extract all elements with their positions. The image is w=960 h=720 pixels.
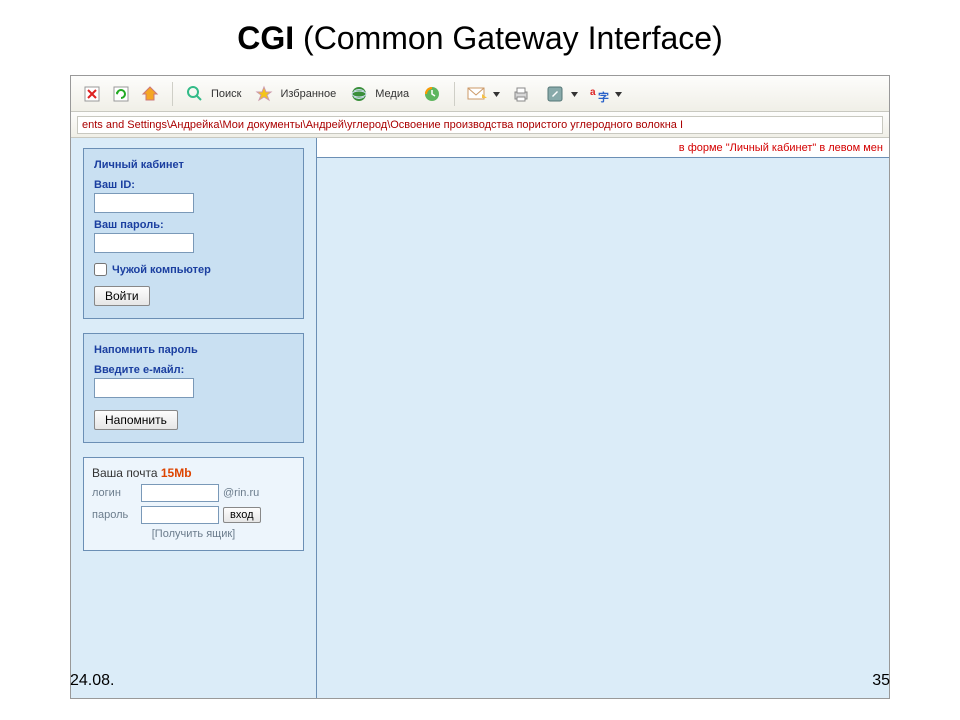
foreign-pc-label: Чужой компьютер <box>112 264 211 276</box>
sidebar: Личный кабинет Ваш ID: Ваш пароль: Чужой… <box>71 138 316 698</box>
dropdown-arrow-icon[interactable] <box>615 88 622 100</box>
mail-panel: Ваша почта 15Mb логин @rin.ru пароль вхо… <box>83 457 304 551</box>
foreign-pc-row[interactable]: Чужой компьютер <box>94 263 293 276</box>
mail-login-label: логин <box>92 487 137 499</box>
translate-icon[interactable]: a字 <box>586 81 612 107</box>
password-input[interactable] <box>94 233 194 253</box>
mail-password-label: пароль <box>92 509 137 521</box>
remind-panel-title: Напомнить пароль <box>94 344 293 356</box>
page-content: Личный кабинет Ваш ID: Ваш пароль: Чужой… <box>71 138 889 698</box>
slide-title-rest: (Common Gateway Interface) <box>294 20 723 56</box>
email-input[interactable] <box>94 378 194 398</box>
remind-button[interactable]: Напомнить <box>94 410 178 430</box>
favorites-icon[interactable] <box>251 81 277 107</box>
media-label[interactable]: Медиа <box>375 88 409 100</box>
dropdown-arrow-icon[interactable] <box>493 88 500 100</box>
mail-submit-button[interactable]: вход <box>223 507 261 523</box>
footer-page-number: 35 <box>872 672 890 690</box>
print-icon[interactable] <box>508 81 534 107</box>
stop-icon[interactable] <box>79 81 105 107</box>
foreign-pc-checkbox[interactable] <box>94 263 107 276</box>
mail-get-box-link[interactable]: [Получить ящик] <box>92 528 295 540</box>
mail-panel-title: Ваша почта 15Mb <box>92 466 295 480</box>
login-panel-title: Личный кабинет <box>94 159 293 171</box>
media-icon[interactable] <box>346 81 372 107</box>
password-label: Ваш пароль: <box>94 219 293 231</box>
search-icon[interactable] <box>182 81 208 107</box>
mail-login-input[interactable] <box>141 484 219 502</box>
slide-title-bold: CGI <box>237 20 294 56</box>
login-button[interactable]: Войти <box>94 286 150 306</box>
slide-footer: 24.08. 35 <box>70 672 890 690</box>
edit-icon[interactable] <box>542 81 568 107</box>
search-label[interactable]: Поиск <box>211 88 241 100</box>
svg-text:a: a <box>590 87 596 98</box>
svg-text:字: 字 <box>598 90 609 104</box>
remind-panel: Напомнить пароль Введите е-майл: Напомни… <box>83 333 304 443</box>
error-message: в форме "Личный кабинет" в левом мен <box>679 142 883 154</box>
main-area: в форме "Личный кабинет" в левом мен <box>316 138 889 698</box>
footer-date: 24.08. <box>70 672 114 690</box>
address-bar <box>71 112 889 138</box>
mail-password-input[interactable] <box>141 506 219 524</box>
refresh-icon[interactable] <box>108 81 134 107</box>
home-icon[interactable] <box>137 81 163 107</box>
history-icon[interactable] <box>419 81 445 107</box>
id-input[interactable] <box>94 193 194 213</box>
dropdown-arrow-icon[interactable] <box>571 88 578 100</box>
browser-window: Поиск Избранное Медиа <box>70 75 890 699</box>
slide-title: CGI (Common Gateway Interface) <box>0 0 960 67</box>
browser-toolbar: Поиск Избранное Медиа <box>71 76 889 112</box>
mail-icon[interactable] <box>464 81 490 107</box>
address-input[interactable] <box>77 116 883 134</box>
email-label: Введите е-майл: <box>94 364 293 376</box>
favorites-label[interactable]: Избранное <box>280 88 336 100</box>
login-panel: Личный кабинет Ваш ID: Ваш пароль: Чужой… <box>83 148 304 319</box>
mail-domain: @rin.ru <box>223 487 259 499</box>
id-label: Ваш ID: <box>94 179 293 191</box>
main-top-strip: в форме "Личный кабинет" в левом мен <box>317 138 889 158</box>
